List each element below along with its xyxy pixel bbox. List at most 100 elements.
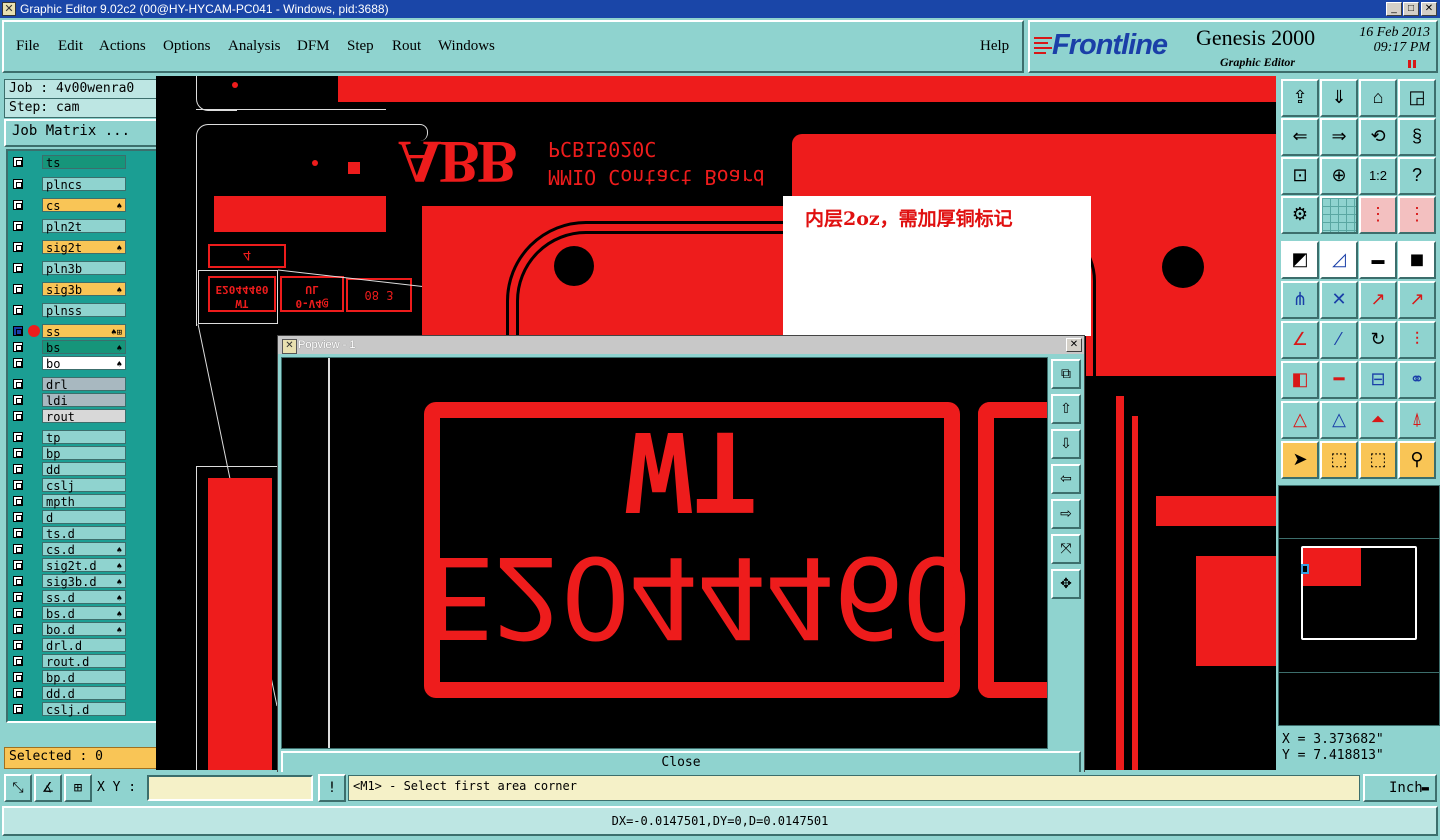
- settings-icon[interactable]: ⚙: [1281, 196, 1319, 234]
- ruler-icon[interactable]: ▬: [1359, 241, 1397, 279]
- layer-row[interactable]: cslj.d: [10, 702, 128, 717]
- zoom-window-icon[interactable]: ⧉: [1051, 359, 1081, 389]
- pause-icon[interactable]: [1408, 60, 1416, 68]
- layer-checkbox[interactable]: [13, 284, 23, 294]
- layer-row[interactable]: ss ♠⊞: [10, 324, 128, 339]
- layer-name[interactable]: rout: [42, 409, 126, 424]
- layer-row[interactable]: pln2t: [10, 219, 128, 234]
- grid-snap-icon[interactable]: ⊞: [64, 774, 92, 802]
- pan-left-icon[interactable]: ⇦: [1051, 464, 1081, 494]
- line-icon[interactable]: ∠: [1281, 321, 1319, 359]
- overview-map[interactable]: [1278, 485, 1440, 726]
- layer-row[interactable]: bo.d ♠: [10, 622, 128, 637]
- layer-checkbox[interactable]: [13, 592, 23, 602]
- triangle-red-icon[interactable]: ⏶: [1359, 401, 1397, 439]
- layer-name[interactable]: mpth: [42, 494, 126, 509]
- layer-checkbox[interactable]: [13, 179, 23, 189]
- slash-line-icon[interactable]: ⁄: [1320, 321, 1358, 359]
- layer-checkbox[interactable]: [13, 448, 23, 458]
- pan-up-icon[interactable]: ⇪: [1281, 79, 1319, 117]
- layer-row[interactable]: sig3b.d ♠: [10, 574, 128, 589]
- layer-name[interactable]: pln2t: [42, 219, 126, 234]
- layer-row[interactable]: plnss: [10, 303, 128, 318]
- zoom-in-icon[interactable]: ✥: [1051, 569, 1081, 599]
- align-icon[interactable]: ⊟: [1359, 361, 1397, 399]
- layer-name[interactable]: tp: [42, 430, 126, 445]
- layer-name[interactable]: sig2t ♠: [42, 240, 126, 255]
- grid-icon[interactable]: [1320, 196, 1358, 234]
- group-icon[interactable]: ⚭: [1398, 361, 1436, 399]
- triangle-blue-icon[interactable]: △: [1320, 401, 1358, 439]
- layer-checkbox[interactable]: [13, 672, 23, 682]
- layer-checkbox[interactable]: [13, 656, 23, 666]
- layer-row[interactable]: cslj: [10, 478, 128, 493]
- layer-name[interactable]: dd.d: [42, 686, 126, 701]
- layer-row[interactable]: drl: [10, 377, 128, 392]
- layer-row[interactable]: bp.d: [10, 670, 128, 685]
- layer-name[interactable]: ss ♠⊞: [42, 324, 126, 339]
- minimize-button[interactable]: _: [1386, 2, 1402, 16]
- menu-edit[interactable]: Edit: [58, 38, 83, 55]
- arc-icon[interactable]: ↻: [1359, 321, 1397, 359]
- pan-right-icon[interactable]: ⇒: [1320, 118, 1358, 156]
- select-net-icon[interactable]: ⚲: [1398, 441, 1436, 479]
- layer-row[interactable]: sig2t ♠: [10, 240, 128, 255]
- layer-checkbox[interactable]: [13, 464, 23, 474]
- triangle-alt-icon[interactable]: ⍋: [1398, 401, 1436, 439]
- layer-name[interactable]: cslj.d: [42, 702, 126, 717]
- layer-name[interactable]: bp.d: [42, 670, 126, 685]
- pad-icon[interactable]: ◧: [1281, 361, 1319, 399]
- layer-checkbox[interactable]: [13, 512, 23, 522]
- triangle-icon[interactable]: △: [1281, 401, 1319, 439]
- layer-name[interactable]: bs ♠: [42, 340, 126, 355]
- menu-help[interactable]: Help: [980, 38, 1009, 55]
- xy-input[interactable]: [147, 775, 313, 801]
- layer-checkbox[interactable]: [13, 157, 23, 167]
- layer-row[interactable]: d: [10, 510, 128, 525]
- layer-name[interactable]: rout.d: [42, 654, 126, 669]
- layer-name[interactable]: bo ♠: [42, 356, 126, 371]
- job-matrix-button[interactable]: Job Matrix ...: [4, 119, 164, 147]
- menu-rout[interactable]: Rout: [392, 38, 421, 55]
- pan-down-icon[interactable]: ⇓: [1320, 79, 1358, 117]
- line-segment-icon[interactable]: ━: [1320, 361, 1358, 399]
- zoom-diagonal-icon[interactable]: ⤡: [4, 774, 32, 802]
- layer-checkbox[interactable]: [13, 432, 23, 442]
- snap-alt-icon[interactable]: ⋮: [1398, 196, 1436, 234]
- zoom-out-icon[interactable]: ⊡: [1281, 157, 1319, 195]
- select-area-icon[interactable]: ⬚: [1359, 441, 1397, 479]
- scale-1-2-icon[interactable]: 1:2: [1359, 157, 1397, 195]
- connect-icon[interactable]: ⋔: [1281, 281, 1319, 319]
- snap-icon[interactable]: ⋮: [1359, 196, 1397, 234]
- zoom-window-icon[interactable]: ◲: [1398, 79, 1436, 117]
- delete-node-icon[interactable]: ✕: [1320, 281, 1358, 319]
- layer-row[interactable]: dd: [10, 462, 128, 477]
- pan-right-icon[interactable]: ⇨: [1051, 499, 1081, 529]
- layer-checkbox[interactable]: [13, 624, 23, 634]
- layer-checkbox[interactable]: [13, 528, 23, 538]
- zoom-out-icon[interactable]: ⤧: [1051, 534, 1081, 564]
- layer-row[interactable]: rout.d: [10, 654, 128, 669]
- select-box-icon[interactable]: ⬚: [1320, 441, 1358, 479]
- pad-select-icon[interactable]: ◼: [1398, 241, 1436, 279]
- layer-checkbox[interactable]: [13, 496, 23, 506]
- layer-row[interactable]: bs.d ♠: [10, 606, 128, 621]
- layer-name[interactable]: ts: [42, 155, 126, 170]
- move-node-icon[interactable]: ↗: [1359, 281, 1397, 319]
- layer-checkbox[interactable]: [13, 411, 23, 421]
- layer-name[interactable]: d: [42, 510, 126, 525]
- maximize-button[interactable]: □: [1403, 2, 1419, 16]
- layer-row[interactable]: drl.d: [10, 638, 128, 653]
- layer-checkbox[interactable]: [13, 358, 23, 368]
- layer-name[interactable]: cs.d ♠: [42, 542, 126, 557]
- layer-row[interactable]: bp: [10, 446, 128, 461]
- mirror-icon[interactable]: ⟲: [1359, 118, 1397, 156]
- layer-row[interactable]: cs ♠: [10, 198, 128, 213]
- layer-checkbox[interactable]: [13, 608, 23, 618]
- layer-row[interactable]: rout: [10, 409, 128, 424]
- layer-row[interactable]: ldi: [10, 393, 128, 408]
- layer-row[interactable]: ts: [10, 155, 128, 170]
- layer-name[interactable]: bs.d ♠: [42, 606, 126, 621]
- layer-checkbox[interactable]: [13, 221, 23, 231]
- pan-up-icon[interactable]: ⇧: [1051, 394, 1081, 424]
